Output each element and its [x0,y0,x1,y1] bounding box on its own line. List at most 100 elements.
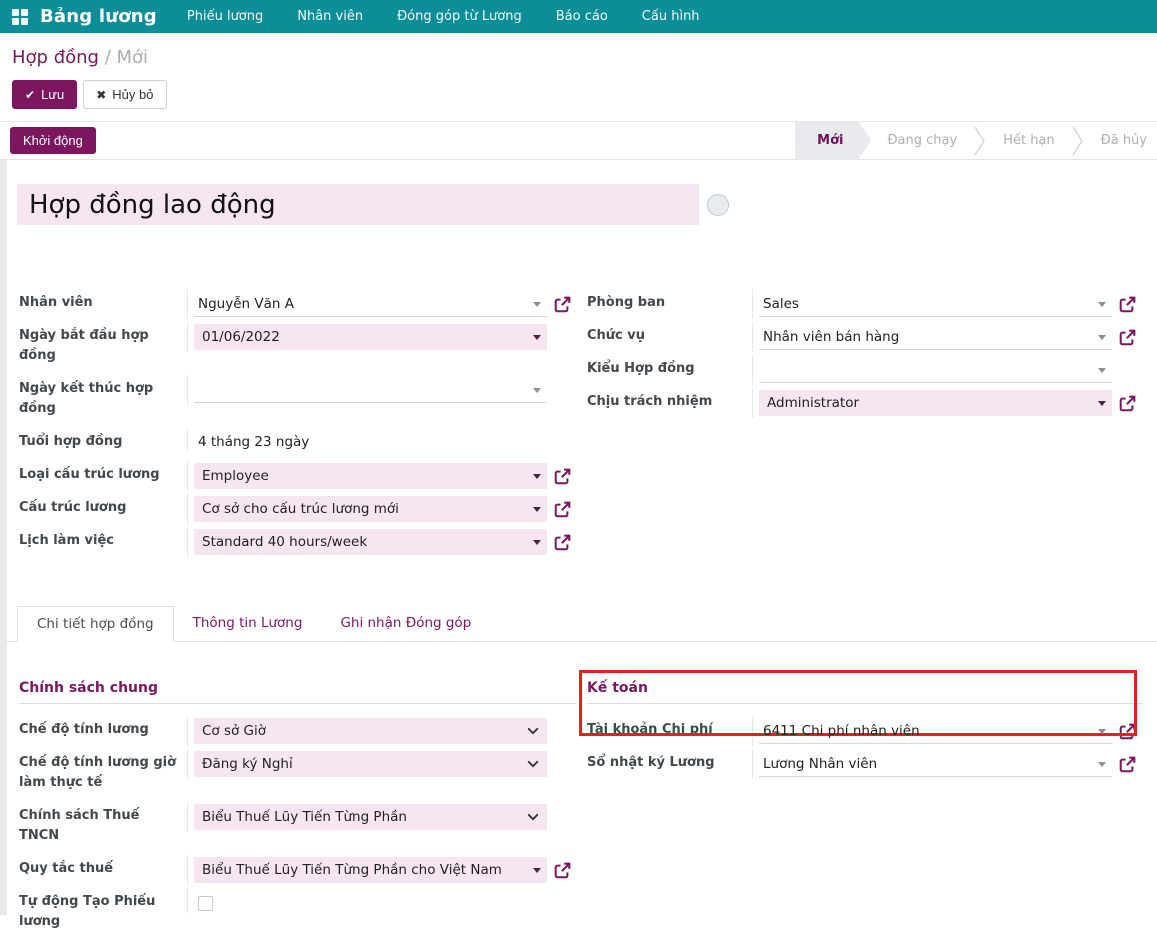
apps-grid-icon[interactable] [12,9,28,25]
field-label-wage-type: Chế độ tính lương [19,716,187,740]
status-step-da-huy[interactable]: Đã hủy [1085,122,1157,160]
caret-down-icon[interactable] [533,335,541,340]
breadcrumb-parent-link[interactable]: Hợp đồng [12,47,99,68]
external-link-icon[interactable] [1119,296,1136,313]
external-link-icon[interactable] [1119,756,1136,773]
field-label-structure-type: Loại cấu trúc lương [19,461,187,485]
field-label-salary-journal: Sổ nhật ký Lương [587,749,752,773]
tab-contribution-register[interactable]: Ghi nhận Đóng góp [321,606,490,641]
field-label-department: Phòng ban [587,289,752,313]
external-link-icon[interactable] [554,534,571,551]
caret-down-icon[interactable] [533,507,541,512]
external-link-icon[interactable] [554,296,571,313]
status-row: Khởi động Mới Đang chạy Hết hạn Đã hủy [0,122,1157,160]
breadcrumb: Hợp đồng / Mới [12,47,1141,68]
structure-type-field[interactable]: Employee [194,463,547,489]
field-label-job-position: Chức vụ [587,322,752,346]
breadcrumb-separator: / [105,47,117,68]
expense-account-field[interactable]: 6411 Chi phí nhân viên [759,718,1112,744]
external-link-icon[interactable] [554,468,571,485]
field-label-tax-rule: Quy tắc thuế [19,855,187,879]
field-label-expense-account: Tài khoản Chi phí [587,716,752,740]
field-label-end-date: Ngày kết thúc hợp đồng [19,375,187,419]
chevron-right-icon [1071,122,1085,160]
field-label-worked-hours-mode: Chế độ tính lương giờ làm thực tế [19,749,187,793]
caret-down-icon[interactable] [1098,762,1106,767]
responsible-field[interactable]: Administrator [759,390,1112,416]
notebook-tabs: Chi tiết hợp đồng Thông tin Lương Ghi nh… [7,606,1157,642]
caret-down-icon[interactable] [533,540,541,545]
tax-policy-select[interactable]: Biểu Thuế Lũy Tiến Từng Phần [194,804,547,830]
contract-title-input[interactable]: Hợp đồng lao động [17,184,699,225]
tab-salary-info[interactable]: Thông tin Lương [174,606,322,641]
status-pipeline: Mới Đang chạy Hết hạn Đã hủy [795,122,1157,160]
control-panel: Hợp đồng / Mới ✔Lưu ✖Hủy bỏ [0,33,1157,109]
caret-down-icon[interactable] [1098,401,1106,406]
chevron-down-icon [527,811,539,823]
menu-cau-hinh[interactable]: Cấu hình [642,7,700,26]
external-link-icon[interactable] [554,862,571,879]
caret-down-icon[interactable] [1098,729,1106,734]
status-step-het-han[interactable]: Hết hạn [987,122,1070,160]
status-step-moi[interactable]: Mới [795,122,871,160]
field-label-tax-policy: Chính sách Thuế TNCN [19,802,187,846]
accounting-section: Kế toán Tài khoản Chi phí 6411 Chi phí n… [577,680,1142,941]
field-label-employee: Nhân viên [19,289,187,313]
working-schedule-field[interactable]: Standard 40 hours/week [194,529,547,555]
menu-phieu-luong[interactable]: Phiếu lương [187,7,263,26]
app-title[interactable]: Bảng lương [40,6,157,27]
external-link-icon[interactable] [554,501,571,518]
chevron-right-icon [973,122,987,160]
field-label-working-schedule: Lịch làm việc [19,527,187,551]
caret-down-icon[interactable] [533,388,541,393]
field-label-responsible: Chịu trách nhiệm [587,388,752,412]
general-policy-section: Chính sách chung Chế độ tính lương Cơ sở… [7,680,577,941]
contract-type-field[interactable] [759,357,1112,383]
external-link-icon[interactable] [1119,723,1136,740]
contract-age-value: 4 tháng 23 ngày [194,430,577,450]
discard-button[interactable]: ✖Hủy bỏ [83,80,166,109]
auto-payslip-checkbox[interactable] [198,896,213,911]
field-label-contract-age: Tuổi hợp đồng [19,428,187,452]
external-link-icon[interactable] [1119,395,1136,412]
close-icon: ✖ [96,88,106,102]
worked-hours-mode-select[interactable]: Đăng ký Nghỉ [194,751,547,777]
caret-down-icon[interactable] [533,868,541,873]
right-field-group: Phòng ban Sales Chức vụ Nhân viên bán hà… [577,289,1142,560]
salary-journal-field[interactable]: Lương Nhân viên [759,751,1112,777]
save-button[interactable]: ✔Lưu [12,80,77,109]
tab-contract-details[interactable]: Chi tiết hợp đồng [17,606,174,642]
field-label-start-date: Ngày bắt đầu hợp đồng [19,322,187,366]
left-field-group: Nhân viên Nguyễn Văn A Ngày bắt đầu hợp … [7,289,577,560]
tax-rule-field[interactable]: Biểu Thuế Lũy Tiến Từng Phần cho Việt Na… [194,857,547,883]
breadcrumb-current: Mới [117,47,149,68]
caret-down-icon[interactable] [1098,368,1106,373]
employee-field[interactable]: Nguyễn Văn A [194,291,547,317]
end-date-field[interactable] [194,377,547,403]
department-field[interactable]: Sales [759,291,1112,317]
caret-down-icon[interactable] [533,302,541,307]
caret-down-icon[interactable] [1098,335,1106,340]
menu-nhan-vien[interactable]: Nhân viên [297,7,363,26]
main-menu: Phiếu lương Nhân viên Đóng góp từ Lương … [187,7,700,26]
wage-type-select[interactable]: Cơ sở Giờ [194,718,547,744]
check-icon: ✔ [25,88,35,102]
menu-dong-gop[interactable]: Đóng góp từ Lương [397,7,522,26]
section-title-general: Chính sách chung [19,680,577,704]
job-position-field[interactable]: Nhân viên bán hàng [759,324,1112,350]
field-label-contract-type: Kiểu Hợp đồng [587,355,752,379]
avatar-circle[interactable] [707,194,729,216]
start-contract-button[interactable]: Khởi động [10,127,96,154]
external-link-icon[interactable] [1119,329,1136,346]
chevron-down-icon [527,725,539,737]
section-title-accounting: Kế toán [587,680,1142,704]
start-date-field[interactable]: 01/06/2022 [194,324,547,350]
status-step-dang-chay[interactable]: Đang chạy [871,122,973,160]
top-navbar: Bảng lương Phiếu lương Nhân viên Đóng gó… [0,0,1157,33]
form-sheet: Hợp đồng lao động Nhân viên Nguyễn Văn A… [0,160,1157,915]
menu-bao-cao[interactable]: Báo cáo [556,7,608,26]
salary-structure-field[interactable]: Cơ sở cho cấu trúc lương mới [194,496,547,522]
chevron-down-icon [527,758,539,770]
caret-down-icon[interactable] [1098,302,1106,307]
caret-down-icon[interactable] [533,474,541,479]
